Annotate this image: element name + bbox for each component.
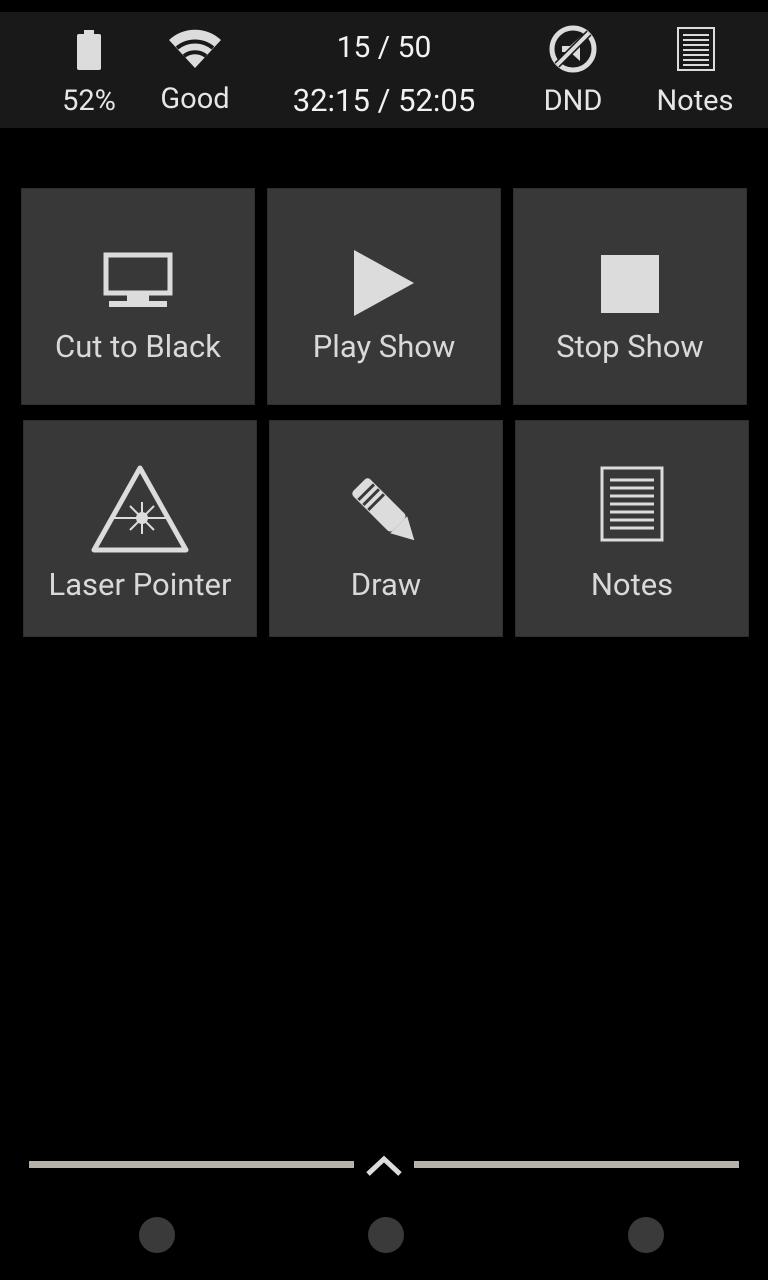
notes-tile-label: Notes [590, 566, 674, 603]
monitor-icon [103, 252, 173, 307]
wifi-icon [169, 29, 221, 68]
play-icon [354, 250, 414, 316]
laser-pointer-label: Laser Pointer [48, 566, 232, 603]
cut-to-black-label: Cut to Black [55, 328, 221, 365]
play-show-icon-wrap [267, 188, 501, 348]
stop-show-label: Stop Show [556, 328, 704, 365]
draw-icon-wrap [269, 420, 503, 580]
draw-label: Draw [350, 566, 422, 603]
laser-pointer-button[interactable]: Laser Pointer [23, 420, 257, 637]
notes-label: Notes [656, 84, 734, 118]
stop-show-button[interactable]: Stop Show [513, 188, 747, 405]
dnd-icon [549, 25, 597, 73]
stop-icon [601, 255, 659, 313]
dnd-toggle[interactable]: DND [528, 12, 618, 128]
notes-shortcut[interactable]: Notes [640, 12, 750, 128]
elapsed-timer: 32:15 / 52:05 [292, 82, 476, 119]
status-panel: 52% Good 15 / 50 32:15 / 52:05 DND Notes [0, 12, 768, 128]
play-show-button[interactable]: Play Show [267, 188, 501, 405]
pencil-icon [352, 478, 415, 541]
draw-button[interactable]: Draw [269, 420, 503, 637]
dnd-label: DND [543, 84, 603, 118]
battery-icon [77, 30, 101, 70]
laser-pointer-icon-wrap [23, 420, 257, 580]
page-dot[interactable] [368, 1217, 404, 1253]
signal-quality: Good [160, 82, 230, 116]
notes-tile-icon-wrap [515, 420, 749, 580]
page-dot[interactable] [628, 1217, 664, 1253]
notes-icon [677, 27, 715, 71]
laser-warning-icon [91, 465, 189, 553]
notes-icon [600, 466, 664, 542]
play-show-label: Play Show [312, 328, 456, 365]
battery-level: 52% [62, 84, 116, 118]
page-dot[interactable] [139, 1217, 175, 1253]
signal-indicator: Good [150, 12, 240, 128]
slide-counter: 15 / 50 [336, 30, 432, 65]
handle-line-right [414, 1161, 739, 1168]
presentation-progress: 15 / 50 32:15 / 52:05 [280, 12, 488, 128]
cut-to-black-button[interactable]: Cut to Black [21, 188, 255, 405]
battery-indicator: 52% [44, 12, 134, 128]
chevron-up-icon[interactable] [364, 1150, 404, 1180]
cut-to-black-icon-wrap [21, 188, 255, 348]
handle-line-left [29, 1161, 354, 1168]
stop-show-icon-wrap [513, 188, 747, 348]
notes-button[interactable]: Notes [515, 420, 749, 637]
